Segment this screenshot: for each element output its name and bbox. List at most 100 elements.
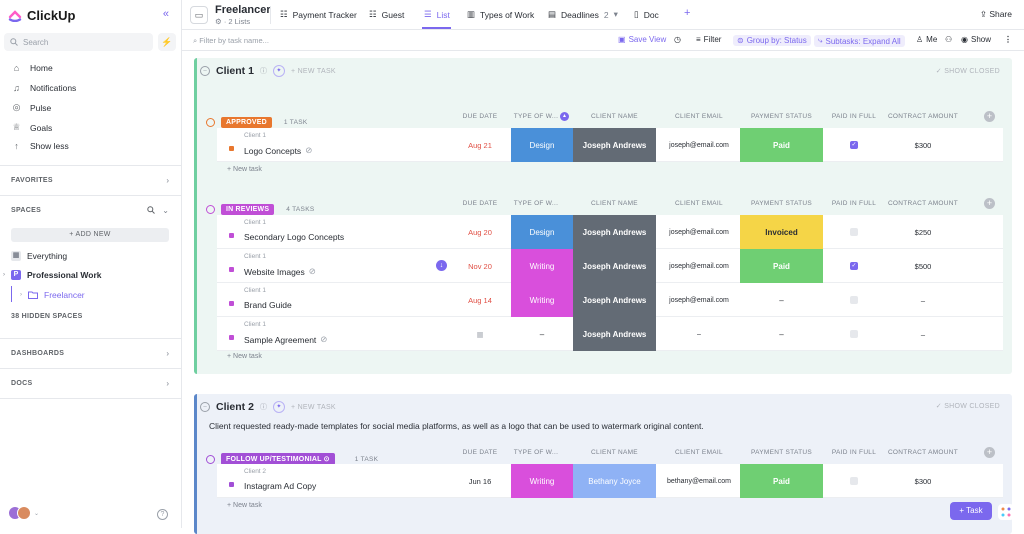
col-payment-status[interactable]: PAYMENT STATUS	[740, 200, 823, 207]
more-options-icon[interactable]: ⋮	[1004, 35, 1012, 44]
nav-show-less[interactable]: ↑ Show less	[12, 141, 69, 151]
save-view-button[interactable]: ▣ Save View	[618, 35, 666, 44]
checkbox-checked-icon[interactable]: ✓	[850, 141, 858, 149]
due-date[interactable]: Nov 20	[450, 249, 510, 283]
col-payment-status[interactable]: PAYMENT STATUS	[740, 113, 823, 120]
checkbox-icon[interactable]	[850, 296, 858, 304]
group-by-button[interactable]: ⊜ Group by: Status	[733, 35, 811, 46]
type-of-work[interactable]: Design	[511, 128, 573, 162]
chevron-right-icon[interactable]: ›	[166, 349, 169, 358]
help-icon[interactable]: ?	[157, 509, 168, 520]
col-client-name[interactable]: CLIENT NAME	[573, 200, 656, 207]
group-name[interactable]: Client 2	[216, 401, 254, 413]
col-due-date[interactable]: DUE DATE	[450, 200, 510, 207]
tab-doc[interactable]: ▯ Doc	[634, 9, 659, 20]
apps-icon[interactable]	[998, 504, 1014, 520]
status-square[interactable]	[229, 267, 234, 272]
add-column-button[interactable]: +	[984, 447, 995, 458]
task-row[interactable]: Client 1 Logo Concepts ⊘ Aug 21 Design Jo…	[217, 128, 1003, 162]
hidden-spaces-link[interactable]: 38 HIDDEN SPACES	[11, 313, 83, 320]
col-contract-amount[interactable]: CONTRACT AMOUNT	[885, 200, 961, 207]
checkbox-icon[interactable]	[850, 228, 858, 236]
collapse-sidebar-icon[interactable]: «	[163, 8, 169, 20]
client-name[interactable]: Joseph Andrews	[573, 215, 656, 249]
add-new-space-button[interactable]: + ADD NEW	[11, 228, 169, 242]
contract-amount[interactable]: –	[885, 283, 961, 317]
add-task-button[interactable]: + Task	[950, 502, 992, 520]
checkbox-checked-icon[interactable]: ✓	[850, 262, 858, 270]
task-row[interactable]: Client 2 Instagram Ad Copy Jun 16 Writin…	[217, 464, 1003, 498]
col-contract-amount[interactable]: CONTRACT AMOUNT	[885, 449, 961, 456]
status-badge[interactable]: IN REVIEWS	[221, 204, 275, 215]
filter-button[interactable]: ≡ Filter	[696, 35, 721, 44]
avatar-add-icon[interactable]: ✦	[272, 401, 285, 413]
task-name[interactable]: Logo Concepts ⊘	[244, 145, 312, 156]
nav-pulse[interactable]: ◎ Pulse	[12, 102, 52, 113]
checkbox-icon[interactable]	[850, 477, 858, 485]
col-client-email[interactable]: CLIENT EMAIL	[657, 449, 741, 456]
task-name[interactable]: Website Images ⊘	[244, 266, 316, 277]
show-closed-button[interactable]: ✓ SHOW CLOSED	[936, 67, 1000, 75]
show-button[interactable]: ◉ Show	[961, 35, 991, 44]
type-of-work[interactable]: Writing	[511, 464, 573, 498]
info-icon[interactable]: ⓘ	[260, 402, 267, 412]
clickup-logo[interactable]: ClickUp	[8, 6, 75, 24]
type-of-work[interactable]: –	[511, 317, 573, 351]
paid-in-full[interactable]	[824, 317, 884, 351]
client-name[interactable]: Joseph Andrews	[573, 128, 656, 162]
col-type-of-work[interactable]: TYPE OF W...	[511, 113, 561, 120]
contract-amount[interactable]: $300	[885, 464, 961, 498]
client-name[interactable]: Joseph Andrews	[573, 249, 656, 283]
group-name[interactable]: Client 1	[216, 65, 254, 77]
task-parent[interactable]: Client 1	[244, 287, 266, 294]
type-of-work[interactable]: Writing	[511, 283, 573, 317]
chevron-right-icon[interactable]: ›	[166, 176, 169, 185]
task-parent[interactable]: Client 2	[244, 468, 266, 475]
status-square[interactable]	[229, 146, 234, 151]
sidebar-item-freelancer[interactable]: › Freelancer	[20, 290, 85, 300]
col-contract-amount[interactable]: CONTRACT AMOUNT	[885, 113, 961, 120]
nav-goals[interactable]: ♕ Goals	[12, 122, 52, 133]
client-name[interactable]: Bethany Joyce	[573, 464, 656, 498]
col-client-email[interactable]: CLIENT EMAIL	[657, 200, 741, 207]
subtasks-button[interactable]: ⤷ Subtasks: Expand All	[814, 35, 905, 47]
avatar-add-icon[interactable]: ✦	[272, 65, 285, 77]
col-client-name[interactable]: CLIENT NAME	[573, 449, 656, 456]
sort-icon[interactable]: ▲	[560, 112, 569, 121]
due-date[interactable]: Aug 21	[450, 128, 510, 162]
task-row[interactable]: Client 1 Secondary Logo Concepts Aug 20 …	[217, 215, 1003, 249]
col-due-date[interactable]: DUE DATE	[450, 449, 510, 456]
task-row[interactable]: Client 1 Brand Guide Aug 14 Writing Jose…	[217, 283, 1003, 317]
type-of-work[interactable]: Writing	[511, 249, 573, 283]
checkbox-icon[interactable]	[850, 330, 858, 338]
client-email[interactable]: joseph@email.com	[657, 283, 741, 317]
type-of-work[interactable]: Design	[511, 215, 573, 249]
paid-in-full[interactable]: ✓	[824, 249, 884, 283]
calendar-icon[interactable]: ▦	[450, 317, 510, 351]
nav-home[interactable]: ⌂ Home	[12, 63, 53, 73]
col-payment-status[interactable]: PAYMENT STATUS	[740, 449, 823, 456]
collapse-icon[interactable]	[206, 118, 215, 127]
collapse-icon[interactable]: –	[200, 402, 210, 412]
task-parent[interactable]: Client 1	[244, 253, 266, 260]
task-name[interactable]: Secondary Logo Concepts	[244, 232, 344, 242]
filter-input[interactable]: ⌕ Filter by task name...	[193, 36, 269, 46]
new-task-link[interactable]: + New task	[227, 502, 262, 509]
payment-status[interactable]: Paid	[740, 249, 823, 283]
tab-payment-tracker[interactable]: ☷ Payment Tracker	[280, 9, 357, 20]
payment-status[interactable]: Paid	[740, 464, 823, 498]
status-square[interactable]	[229, 482, 234, 487]
sidebar-item-everything[interactable]: ▦ Everything	[11, 251, 67, 261]
add-column-button[interactable]: +	[984, 198, 995, 209]
collapse-icon[interactable]	[206, 205, 215, 214]
download-icon[interactable]: ↓	[436, 260, 447, 271]
dashboards-header[interactable]: DASHBOARDS	[11, 350, 64, 357]
col-client-email[interactable]: CLIENT EMAIL	[657, 113, 741, 120]
info-icon[interactable]: ⓘ	[260, 66, 267, 76]
me-button[interactable]: ♙ Me	[916, 35, 937, 44]
add-view-button[interactable]: +	[684, 7, 690, 19]
tab-list[interactable]: ☰ List	[424, 9, 450, 20]
paid-in-full[interactable]: ✓	[824, 128, 884, 162]
client-name[interactable]: Joseph Andrews	[573, 317, 656, 351]
task-parent[interactable]: Client 1	[244, 219, 266, 226]
